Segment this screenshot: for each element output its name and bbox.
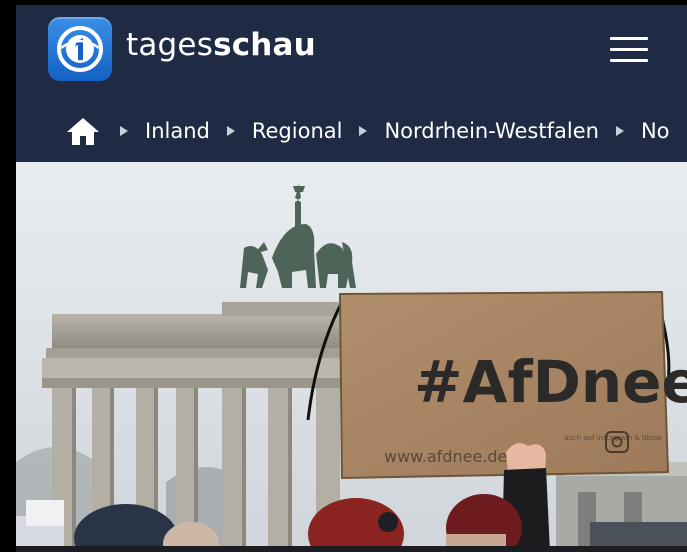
hero-image[interactable]: #AfDnee www.afdnee.de auch auf instagram… [16,162,687,552]
brand-bold: schau [213,27,316,63]
chevron-right-icon [359,126,368,136]
sign-url: www.afdnee.de [384,447,507,466]
sign-hashtag: #AfDnee [414,348,687,416]
breadcrumb-label: No [640,119,670,143]
logo-mark [57,26,103,72]
brand-wordmark[interactable]: tagesschau [126,27,316,63]
breadcrumb: Inland Regional Nordrhein-Westfalen No [16,98,687,162]
breadcrumb-item-nordrhein-westfalen[interactable]: Nordrhein-Westfalen [359,119,599,143]
chevron-right-icon [120,126,128,136]
breadcrumb-item-truncated[interactable]: No [615,119,670,143]
breadcrumb-label: Inland [145,119,210,143]
breadcrumb-trail: Inland Regional Nordrhein-Westfalen No [120,116,687,146]
breadcrumb-label: Nordrhein-Westfalen [384,119,599,143]
home-icon[interactable] [66,116,100,146]
top-navigation-bar: tagesschau [16,5,687,98]
chevron-right-icon [615,126,624,136]
hamburger-menu-icon[interactable] [606,33,652,65]
menu-line [610,59,648,62]
app-frame: tagesschau Inland Regional Nordrhein-Wes… [16,5,687,552]
brand-regular: tages [126,27,214,63]
menu-line [610,37,648,40]
breadcrumb-label: Regional [251,119,343,143]
menu-line [610,48,648,51]
hero-photo: #AfDnee www.afdnee.de auch auf instagram… [16,162,687,552]
breadcrumb-item-inland[interactable]: Inland [120,119,210,143]
ard-one-logo-icon[interactable] [48,17,112,81]
breadcrumb-item-regional[interactable]: Regional [226,119,343,143]
chevron-right-icon [226,126,235,136]
